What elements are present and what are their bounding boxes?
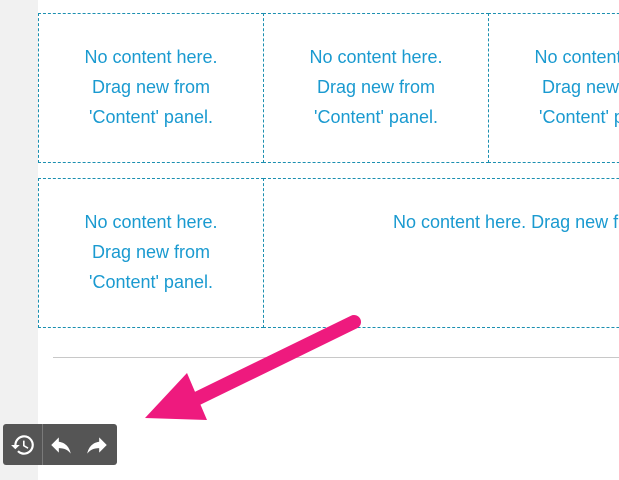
history-toolbar (3, 424, 117, 465)
dropzone-placeholder-text: No content here. Drag new from 'Content'… (84, 47, 218, 127)
section-divider (53, 357, 619, 358)
dropzone-r1-c3[interactable]: No content here. Drag new from 'Content'… (488, 13, 619, 163)
dropzone-placeholder-text: No content here. Drag new from 'Content'… (534, 47, 619, 127)
undo-button[interactable] (43, 424, 79, 465)
history-button[interactable] (3, 424, 43, 465)
dropzone-placeholder-text: No content here. Drag new from 'Content'… (309, 47, 443, 127)
dropzone-r1-c2[interactable]: No content here. Drag new from 'Content'… (263, 13, 489, 163)
dropzone-r2-wide[interactable]: No content here. Drag new from 'Content'… (263, 178, 619, 328)
undo-icon (48, 432, 74, 458)
left-gutter (0, 0, 38, 480)
dropzone-r2-c1[interactable]: No content here. Drag new from 'Content'… (38, 178, 264, 328)
redo-button[interactable] (79, 424, 115, 465)
history-icon (10, 432, 36, 458)
dropzone-placeholder-text: No content here. Drag new from 'Content'… (84, 212, 218, 292)
dropzone-placeholder-text: No content here. Drag new from 'Content'… (393, 212, 619, 232)
redo-icon (84, 432, 110, 458)
dropzone-r1-c1[interactable]: No content here. Drag new from 'Content'… (38, 13, 264, 163)
editor-canvas: No content here. Drag new from 'Content'… (0, 0, 619, 480)
